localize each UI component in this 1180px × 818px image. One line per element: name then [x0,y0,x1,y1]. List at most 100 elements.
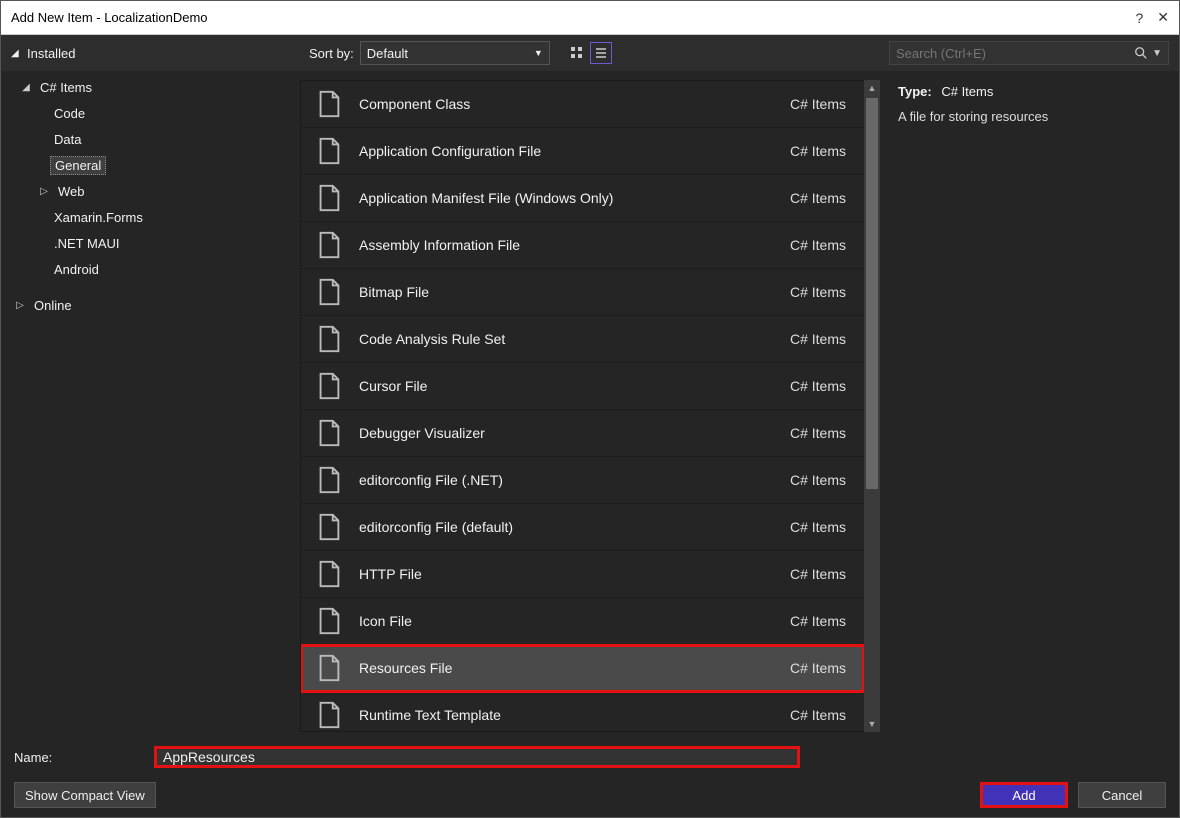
installed-label[interactable]: Installed [27,46,75,61]
tree-label: Code [50,105,89,122]
item-category: C# Items [790,331,852,347]
item-category: C# Items [790,566,852,582]
file-icon [313,88,345,120]
file-icon [313,182,345,214]
sortby-label: Sort by: [309,46,354,61]
item-category: C# Items [790,284,852,300]
details-panel: Type: C# Items A file for storing resour… [880,70,1180,738]
file-icon [313,652,345,684]
description-text: A file for storing resources [898,109,1162,124]
item-category: C# Items [790,707,852,723]
search-box[interactable]: ▼ [889,41,1169,65]
chevron-down-icon: ▼ [534,48,543,58]
item-category: C# Items [790,660,852,676]
titlebar: Add New Item - LocalizationDemo ? ✕ [1,1,1179,35]
compact-view-button[interactable]: Show Compact View [14,782,156,808]
tree-node-online[interactable]: ▷ Online [14,292,286,318]
type-value: C# Items [941,84,993,99]
chevron-right-icon: ▷ [14,300,26,311]
template-item[interactable]: editorconfig File (default) C# Items [301,504,864,551]
template-item[interactable]: Bitmap File C# Items [301,269,864,316]
item-name: Debugger Visualizer [359,425,776,441]
item-name: Component Class [359,96,776,112]
item-name: HTTP File [359,566,776,582]
item-category: C# Items [790,378,852,394]
top-row: ◢ Installed Sort by: Default ▼ ▼ [1,35,1179,71]
chevron-down-icon[interactable]: ◢ [11,48,23,59]
item-name: Assembly Information File [359,237,776,253]
bottom-panel: Name: Show Compact View Add Cancel [0,738,1180,818]
item-name: Application Configuration File [359,143,776,159]
tree-node[interactable]: General [14,152,286,178]
help-button[interactable]: ? [1135,10,1143,26]
type-label: Type: [898,84,932,99]
template-item[interactable]: Cursor FileC# Items [301,363,864,410]
file-icon [313,229,345,261]
template-item[interactable]: Application Configuration File C# Items [301,128,864,175]
file-icon [313,417,345,449]
item-name: editorconfig File (default) [359,519,776,535]
tree-node[interactable]: Data [14,126,286,152]
search-input[interactable] [896,46,1134,61]
item-name: Runtime Text Template [359,707,776,723]
template-item[interactable]: Resources FileC# Items [301,645,864,692]
item-category: C# Items [790,190,852,206]
item-category: C# Items [790,613,852,629]
file-icon [313,276,345,308]
template-item[interactable]: Debugger Visualizer C# Items [301,410,864,457]
item-category: C# Items [790,472,852,488]
template-item[interactable]: Application Manifest File (Windows Only)… [301,175,864,222]
tree-node-csharp-items[interactable]: ◢ C# Items [14,74,286,100]
file-icon [313,699,345,731]
file-icon [313,511,345,543]
item-name: editorconfig File (.NET) [359,472,776,488]
item-name: Icon File [359,613,776,629]
category-tree: ◢ C# Items CodeDataGeneral▷WebXamarin.Fo… [0,70,300,738]
tree-node[interactable]: Android [14,256,286,282]
item-category: C# Items [790,96,852,112]
template-item[interactable]: editorconfig File (.NET) C# Items [301,457,864,504]
template-item[interactable]: Assembly Information File C# Items [301,222,864,269]
close-button[interactable]: ✕ [1157,9,1169,26]
scroll-thumb[interactable] [866,98,878,489]
template-list: Component ClassC# ItemsApplication Confi… [300,80,864,732]
sort-value: Default [367,46,408,61]
cancel-button[interactable]: Cancel [1078,782,1166,808]
item-name: Bitmap File [359,284,776,300]
file-icon [313,135,345,167]
add-button[interactable]: Add [980,782,1068,808]
file-icon [313,323,345,355]
scroll-up-button[interactable]: ▲ [864,80,880,96]
item-name: Application Manifest File (Windows Only) [359,190,776,206]
tree-label: General [50,156,106,175]
template-item[interactable]: HTTP File C# Items [301,551,864,598]
item-category: C# Items [790,143,852,159]
view-list-button[interactable] [590,42,612,64]
scroll-down-button[interactable]: ▼ [864,716,880,732]
item-category: C# Items [790,237,852,253]
template-item[interactable]: Icon File C# Items [301,598,864,645]
file-icon [313,605,345,637]
tree-label: Xamarin.Forms [50,209,147,226]
tree-label: Web [54,183,89,200]
chevron-down-icon[interactable]: ▼ [1152,48,1162,59]
name-input[interactable] [154,746,800,768]
scrollbar[interactable]: ▲ ▼ [864,80,880,732]
item-category: C# Items [790,425,852,441]
search-icon[interactable] [1134,46,1148,60]
template-item[interactable]: Component Class C# Items [301,81,864,128]
file-icon [313,464,345,496]
chevron-down-icon: ◢ [20,82,32,93]
tree-label: .NET MAUI [50,235,124,252]
tree-node[interactable]: Xamarin.Forms [14,204,286,230]
template-item[interactable]: Code Analysis Rule SetC# Items [301,316,864,363]
name-label: Name: [14,750,134,765]
chevron-right-icon: ▷ [38,186,50,197]
tree-node[interactable]: .NET MAUI [14,230,286,256]
tree-node[interactable]: Code [14,100,286,126]
tree-node[interactable]: ▷ Web [14,178,286,204]
template-item[interactable]: Runtime Text Template C# Items [301,692,864,732]
view-grid-button[interactable] [566,42,588,64]
sort-select[interactable]: Default ▼ [360,41,550,65]
item-category: C# Items [790,519,852,535]
